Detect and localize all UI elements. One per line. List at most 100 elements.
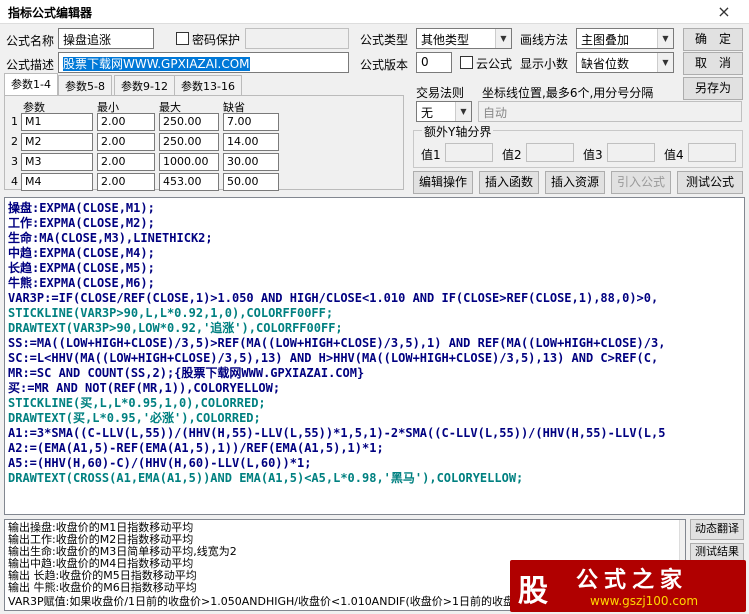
save-as-button[interactable]: 另存为 <box>683 77 743 100</box>
param-default-cell[interactable]: 50.00 <box>223 173 279 191</box>
code-line: A2:=(EMA(A1,5)-REF(EMA(A1,5),1))/REF(EMA… <box>8 441 384 455</box>
param-max-cell[interactable]: 250.00 <box>159 133 219 151</box>
param-panel: 参数 最小 最大 缺省 1 M1 2.00 250.00 7.00 2 M2 2… <box>4 95 404 192</box>
code-line: STICKLINE(买,L,L*0.95,1,0),COLORRED; <box>8 396 266 410</box>
tab-params-5-8[interactable]: 参数5-8 <box>58 75 112 95</box>
code-line: DRAWTEXT(CROSS(A1,EMA(A1,5))AND EMA(A1,5… <box>8 471 524 485</box>
import-formula-button[interactable]: 引入公式 <box>611 171 671 194</box>
value1-input[interactable] <box>445 143 493 162</box>
code-line: 中趋:EXPMA(CLOSE,M4); <box>8 246 155 260</box>
code-line: A1:=3*SMA((C-LLV(L,55))/(HHV(H,55)-LLV(L… <box>8 426 666 440</box>
tab-params-13-16[interactable]: 参数13-16 <box>174 75 242 95</box>
axis-position-label: 坐标线位置,最多6个,用分号分隔 <box>482 86 654 100</box>
test-formula-button[interactable]: 测试公式 <box>677 171 743 194</box>
param-name-cell[interactable]: M1 <box>21 113 93 131</box>
formula-type-select[interactable]: 其他类型 ▼ <box>416 28 512 49</box>
param-default-cell[interactable]: 7.00 <box>223 113 279 131</box>
value4-input[interactable] <box>688 143 736 162</box>
edit-operation-button[interactable]: 编辑操作 <box>413 171 473 194</box>
password-input <box>245 28 349 49</box>
param-row: 2 M2 2.00 250.00 14.00 <box>5 133 305 152</box>
test-result-button[interactable]: 测试结果 <box>690 543 744 561</box>
code-line: 买:=MR AND NOT(REF(MR,1)),COLORYELLOW; <box>8 381 281 395</box>
extra-axis-label: 额外Y轴分界 <box>422 123 494 140</box>
param-name-cell[interactable]: M2 <box>21 133 93 151</box>
code-line: 生命:MA(CLOSE,M3),LINETHICK2; <box>8 231 213 245</box>
param-min-cell[interactable]: 2.00 <box>97 133 155 151</box>
param-row: 4 M4 2.00 453.00 50.00 <box>5 173 305 192</box>
formula-version-input[interactable]: 0 <box>416 52 452 73</box>
param-max-cell[interactable]: 1000.00 <box>159 153 219 171</box>
param-default-cell[interactable]: 30.00 <box>223 153 279 171</box>
password-label: 密码保护 <box>192 33 241 47</box>
draw-method-select[interactable]: 主图叠加 ▼ <box>576 28 674 49</box>
chevron-down-icon: ▼ <box>657 29 673 48</box>
decimal-value: 缺省位数 <box>581 57 630 71</box>
param-row-index: 4 <box>11 175 18 188</box>
code-line: DRAWTEXT(VAR3P>90,LOW*0.92,'追涨'),COLORFF… <box>8 321 343 335</box>
formula-desc-selected-text: 股票下载网WWW.GPXIAZAI.COM <box>63 57 250 71</box>
cloud-formula-checkbox[interactable] <box>460 56 473 69</box>
ok-button[interactable]: 确 定 <box>683 28 743 51</box>
insert-function-button[interactable]: 插入函数 <box>479 171 539 194</box>
insert-resource-button[interactable]: 插入资源 <box>545 171 605 194</box>
param-row-index: 1 <box>11 115 18 128</box>
formula-name-input[interactable]: 操盘追涨 <box>58 28 154 49</box>
watermark-url: www.gszj100.com <box>590 594 699 608</box>
trade-rule-select[interactable]: 无 ▼ <box>416 101 472 122</box>
output-line: 输出 牛熊:收盘价的M6日指数移动平均 <box>8 581 197 594</box>
tab-params-9-12[interactable]: 参数9-12 <box>114 75 175 95</box>
watermark-logo-glyph: 股 <box>518 574 548 609</box>
formula-type-label: 公式类型 <box>360 33 409 47</box>
output-line: VAR3P赋值:如果收盘价/1日前的收盘价>1.050ANDHIGH/收盘价<1… <box>8 595 514 608</box>
code-line: SC:=L<HHV(MA((LOW+HIGH+CLOSE)/3,5),13) A… <box>8 351 659 365</box>
formula-type-value: 其他类型 <box>421 33 470 47</box>
value4-label: 值4 <box>664 148 684 162</box>
password-checkbox[interactable] <box>176 32 189 45</box>
decimal-label: 显示小数 <box>520 57 569 71</box>
code-line: 操盘:EXPMA(CLOSE,M1); <box>8 201 155 215</box>
value1-label: 值1 <box>421 148 441 162</box>
value3-input[interactable] <box>607 143 655 162</box>
param-default-cell[interactable]: 14.00 <box>223 133 279 151</box>
code-line: 长趋:EXPMA(CLOSE,M5); <box>8 261 155 275</box>
chevron-down-icon: ▼ <box>657 53 673 72</box>
title-bar: 指标公式编辑器 × <box>0 0 749 24</box>
window-title: 指标公式编辑器 <box>8 6 93 20</box>
trade-rule-value: 无 <box>421 106 434 120</box>
chevron-down-icon: ▼ <box>455 102 471 121</box>
value2-label: 值2 <box>502 148 522 162</box>
tab-params-1-4[interactable]: 参数1-4 <box>4 73 58 95</box>
watermark-brand: 公式之家 <box>576 568 689 593</box>
trade-rule-label: 交易法则 <box>416 86 465 100</box>
param-min-cell[interactable]: 2.00 <box>97 173 155 191</box>
code-line: VAR3P:=IF(CLOSE/REF(CLOSE,1)>1.050 AND H… <box>8 291 659 305</box>
param-row: 1 M1 2.00 250.00 7.00 <box>5 113 305 132</box>
axis-position-input[interactable]: 自动 <box>478 101 742 122</box>
param-max-cell[interactable]: 453.00 <box>159 173 219 191</box>
param-min-cell[interactable]: 2.00 <box>97 113 155 131</box>
site-watermark-logo: 股 公式之家 www.gszj100.com <box>510 560 746 612</box>
cancel-button[interactable]: 取 消 <box>683 52 743 75</box>
param-row-index: 3 <box>11 155 18 168</box>
chevron-down-icon: ▼ <box>495 29 511 48</box>
param-min-cell[interactable]: 2.00 <box>97 153 155 171</box>
close-icon[interactable]: × <box>712 2 736 22</box>
dynamic-translate-button[interactable]: 动态翻译 <box>690 519 744 540</box>
decimal-select[interactable]: 缺省位数 ▼ <box>576 52 674 73</box>
formula-desc-input[interactable]: 股票下载网WWW.GPXIAZAI.COM <box>58 52 349 73</box>
code-line: 工作:EXPMA(CLOSE,M2); <box>8 216 155 230</box>
param-row-index: 2 <box>11 135 18 148</box>
code-editor[interactable]: 操盘:EXPMA(CLOSE,M1); 工作:EXPMA(CLOSE,M2); … <box>4 197 745 515</box>
param-row: 3 M3 2.00 1000.00 30.00 <box>5 153 305 172</box>
code-line: DRAWTEXT(买,L*0.95,'必涨'),COLORRED; <box>8 411 261 425</box>
cloud-formula-label: 云公式 <box>476 57 513 71</box>
param-name-cell[interactable]: M4 <box>21 173 93 191</box>
param-name-cell[interactable]: M3 <box>21 153 93 171</box>
code-line: MR:=SC AND COUNT(SS,2);{股票下载网WWW.GPXIAZA… <box>8 366 365 380</box>
param-max-cell[interactable]: 250.00 <box>159 113 219 131</box>
code-line: SS:=MA((LOW+HIGH+CLOSE)/3,5)>REF(MA((LOW… <box>8 336 666 350</box>
value2-input[interactable] <box>526 143 574 162</box>
formula-name-label: 公式名称 <box>6 34 55 48</box>
draw-method-label: 画线方法 <box>520 33 569 47</box>
